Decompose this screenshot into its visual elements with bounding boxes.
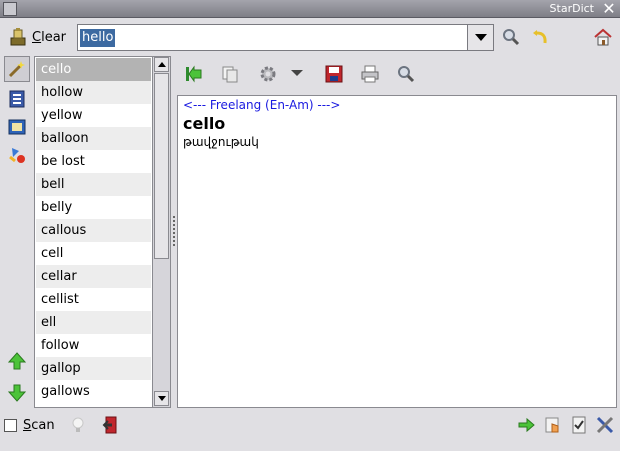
fuzzy-query-button[interactable] [4, 56, 30, 82]
dictionary-list-icon [9, 90, 25, 108]
copy-icon[interactable] [220, 64, 240, 84]
word-list-item[interactable]: yellow [36, 104, 151, 127]
window-menu-button[interactable] [3, 2, 17, 16]
lightbulb-icon[interactable] [68, 415, 88, 435]
scan-toggle[interactable]: Scan [4, 416, 55, 434]
triangle-up-icon [157, 62, 166, 67]
scroll-down-button[interactable] [154, 391, 169, 406]
show-wordlist-icon[interactable] [184, 64, 204, 84]
close-window-button[interactable]: ✕ [601, 1, 617, 17]
dictionary-header: <--- Freelang (En-Am) ---> [183, 98, 341, 112]
word-list-scrollbar[interactable] [152, 57, 170, 407]
back-arrow-icon[interactable] [531, 27, 551, 47]
add-to-notes-icon[interactable] [517, 415, 537, 435]
word-list[interactable]: cello hollow yellow balloon be lost bell belly… [34, 56, 171, 408]
preferences-tools-icon[interactable] [595, 415, 615, 435]
scrollbar-thumb[interactable] [154, 73, 169, 259]
arrow-down-icon [7, 384, 27, 402]
dictionary-manage-icon[interactable] [569, 415, 589, 435]
word-list-item[interactable]: ell [36, 311, 151, 334]
word-list-item[interactable]: follow [36, 334, 151, 357]
word-list-rows: cello hollow yellow balloon be lost bell belly… [36, 58, 151, 403]
print-icon[interactable] [360, 64, 380, 84]
search-icon[interactable] [501, 27, 521, 47]
result-list-button[interactable] [4, 114, 30, 140]
scan-checkbox[interactable] [4, 418, 17, 432]
word-list-item[interactable]: cello [36, 58, 151, 81]
word-list-item[interactable]: gallows [36, 380, 151, 403]
tree-dict-button[interactable] [4, 142, 30, 168]
title-bar: StarDict ✕ [0, 0, 620, 18]
word-list-item[interactable]: be lost [36, 150, 151, 173]
next-word-button[interactable] [4, 380, 30, 406]
chevron-down-icon[interactable] [290, 68, 304, 78]
headword: cello [183, 114, 226, 133]
gear-icon[interactable] [258, 64, 278, 84]
word-list-item[interactable]: gallop [36, 357, 151, 380]
dictionary-book-icon [8, 119, 26, 135]
word-list-item[interactable]: cellist [36, 288, 151, 311]
hand-pointer-icon[interactable] [543, 415, 563, 435]
scan-label: Scan [23, 417, 55, 433]
definition-pane[interactable]: <--- Freelang (En-Am) ---> cello թավջութ… [177, 95, 617, 408]
save-icon[interactable] [324, 64, 344, 84]
search-input[interactable]: hello [80, 29, 116, 47]
previous-word-button[interactable] [4, 348, 30, 374]
word-list-item[interactable]: callous [36, 219, 151, 242]
window-title: StarDict [549, 2, 594, 15]
broom-icon [10, 28, 26, 46]
scroll-up-button[interactable] [154, 57, 169, 72]
quit-icon[interactable] [102, 415, 122, 435]
dict-list-button[interactable] [4, 86, 30, 112]
arrow-up-icon [7, 352, 27, 370]
search-history-dropdown[interactable] [467, 25, 493, 50]
word-list-item[interactable]: balloon [36, 127, 151, 150]
triangle-down-icon [157, 396, 166, 401]
clear-button-label: Clear [32, 29, 66, 45]
word-list-item[interactable]: bell [36, 173, 151, 196]
search-combo[interactable]: hello [77, 24, 494, 51]
clear-button[interactable]: Clear [8, 26, 68, 48]
word-list-item[interactable]: cellar [36, 265, 151, 288]
word-list-item[interactable]: cell [36, 242, 151, 265]
translation: թավջութակ [183, 135, 259, 149]
word-list-item[interactable]: hollow [36, 81, 151, 104]
wand-icon [8, 61, 25, 78]
search-in-text-icon[interactable] [396, 64, 416, 84]
triangle-down-icon [474, 33, 487, 41]
tree-dict-icon [9, 148, 25, 163]
home-icon[interactable] [593, 27, 613, 47]
word-list-item[interactable]: belly [36, 196, 151, 219]
